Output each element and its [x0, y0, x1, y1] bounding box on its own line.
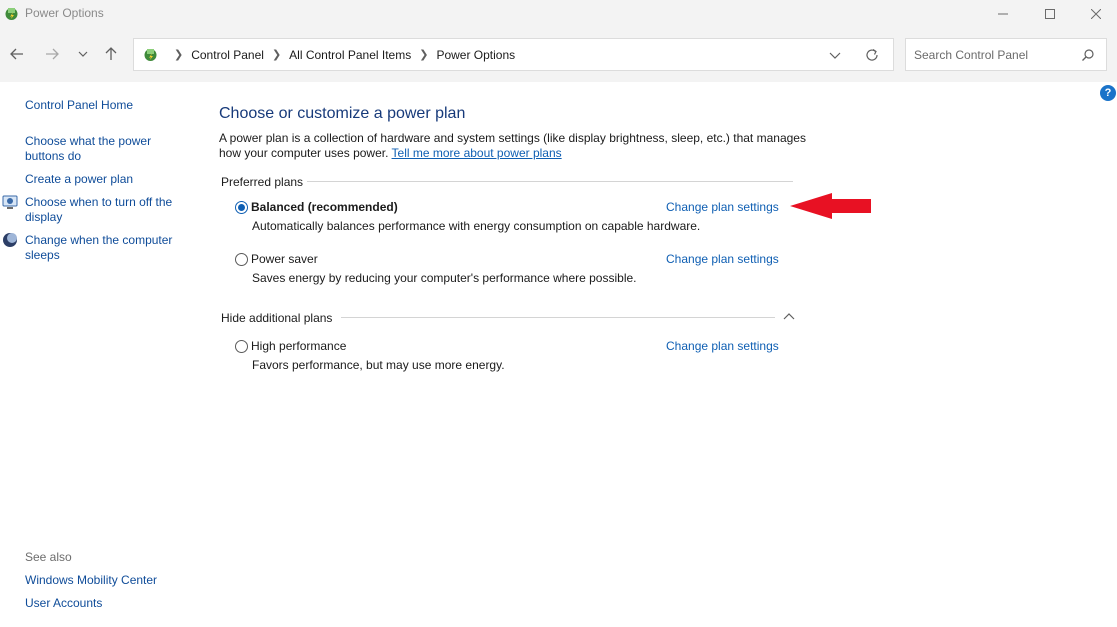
change-plan-settings-high-performance[interactable]: Change plan settings [666, 339, 779, 353]
search-placeholder: Search Control Panel [914, 48, 1029, 62]
plan-name-high-performance[interactable]: High performance [251, 339, 346, 353]
plan-name-balanced[interactable]: Balanced (recommended) [251, 200, 398, 214]
sidebar-item-power-buttons[interactable]: Choose what the power buttons do [25, 134, 185, 164]
power-saver-radio[interactable] [235, 253, 248, 266]
page-title: Choose or customize a power plan [219, 105, 466, 122]
change-plan-settings-balanced[interactable]: Change plan settings [666, 200, 779, 214]
plan-desc-power-saver: Saves energy by reducing your computer's… [252, 271, 637, 285]
help-icon: ? [1104, 87, 1112, 99]
recent-locations-button[interactable] [72, 43, 94, 65]
see-also-heading: See also [25, 550, 72, 564]
up-button[interactable] [100, 43, 122, 65]
close-icon [1091, 8, 1101, 19]
display-icon [2, 195, 18, 209]
forward-arrow-icon [46, 48, 59, 60]
high-performance-radio[interactable] [235, 340, 248, 353]
sidebar-item-control-panel-home[interactable]: Control Panel Home [25, 98, 133, 112]
close-button[interactable] [1073, 0, 1117, 27]
preferred-plans-heading: Preferred plans [221, 175, 304, 189]
chevron-down-icon [78, 51, 88, 57]
plan-desc-balanced: Automatically balances performance with … [252, 219, 701, 233]
group-divider [307, 181, 793, 182]
group-divider [341, 317, 775, 318]
chevron-right-icon: ❯ [174, 49, 184, 61]
plan-desc-high-performance: Favors performance, but may use more ene… [252, 358, 505, 372]
back-arrow-icon [10, 48, 23, 60]
page-description: A power plan is a collection of hardware… [219, 131, 819, 161]
power-options-icon [144, 49, 157, 61]
navigation-bar: ❯ Control Panel ❯ All Control Panel Item… [0, 27, 1117, 82]
title-bar: Power Options [0, 0, 1117, 27]
sidebar-item-mobility-center[interactable]: Windows Mobility Center [25, 573, 185, 588]
search-icon [1082, 49, 1094, 61]
chevron-up-icon[interactable] [783, 311, 795, 323]
learn-more-link[interactable]: Tell me more about power plans [392, 146, 562, 160]
maximize-button[interactable] [1027, 0, 1073, 27]
chevron-right-icon: ❯ [419, 49, 429, 61]
chevron-right-icon: ❯ [271, 49, 282, 61]
moon-sleep-icon [3, 233, 17, 247]
breadcrumb-all-items[interactable]: All Control Panel Items [289, 48, 411, 62]
balanced-radio[interactable] [235, 201, 248, 214]
address-bar[interactable]: ❯ Control Panel ❯ All Control Panel Item… [133, 38, 894, 71]
up-arrow-icon [105, 47, 117, 60]
sidebar-item-turn-off-display[interactable]: Choose when to turn off the display [25, 195, 185, 225]
sidebar-item-user-accounts[interactable]: User Accounts [25, 596, 185, 611]
window-title: Power Options [25, 6, 104, 20]
address-dropdown-icon[interactable] [828, 48, 842, 62]
refresh-icon[interactable] [864, 47, 880, 63]
hide-additional-plans-toggle[interactable]: Hide additional plans [221, 311, 332, 325]
change-plan-settings-power-saver[interactable]: Change plan settings [666, 252, 779, 266]
breadcrumb-control-panel[interactable]: Control Panel [191, 48, 264, 62]
help-button[interactable]: ? [1100, 85, 1116, 101]
back-button[interactable] [6, 43, 28, 65]
sidebar-item-create-plan[interactable]: Create a power plan [25, 172, 185, 187]
search-input[interactable]: Search Control Panel [905, 38, 1107, 71]
maximize-icon [1045, 8, 1055, 19]
annotation-arrow-icon [790, 193, 871, 219]
plan-name-power-saver[interactable]: Power saver [251, 252, 318, 266]
sidebar-item-computer-sleeps[interactable]: Change when the computer sleeps [25, 233, 185, 263]
power-options-icon [5, 8, 18, 20]
minimize-button[interactable] [980, 0, 1026, 27]
forward-button[interactable] [41, 43, 63, 65]
minimize-icon [998, 13, 1008, 14]
breadcrumb-power-options[interactable]: Power Options [436, 48, 515, 62]
breadcrumb: ❯ Control Panel ❯ All Control Panel Item… [166, 39, 515, 70]
